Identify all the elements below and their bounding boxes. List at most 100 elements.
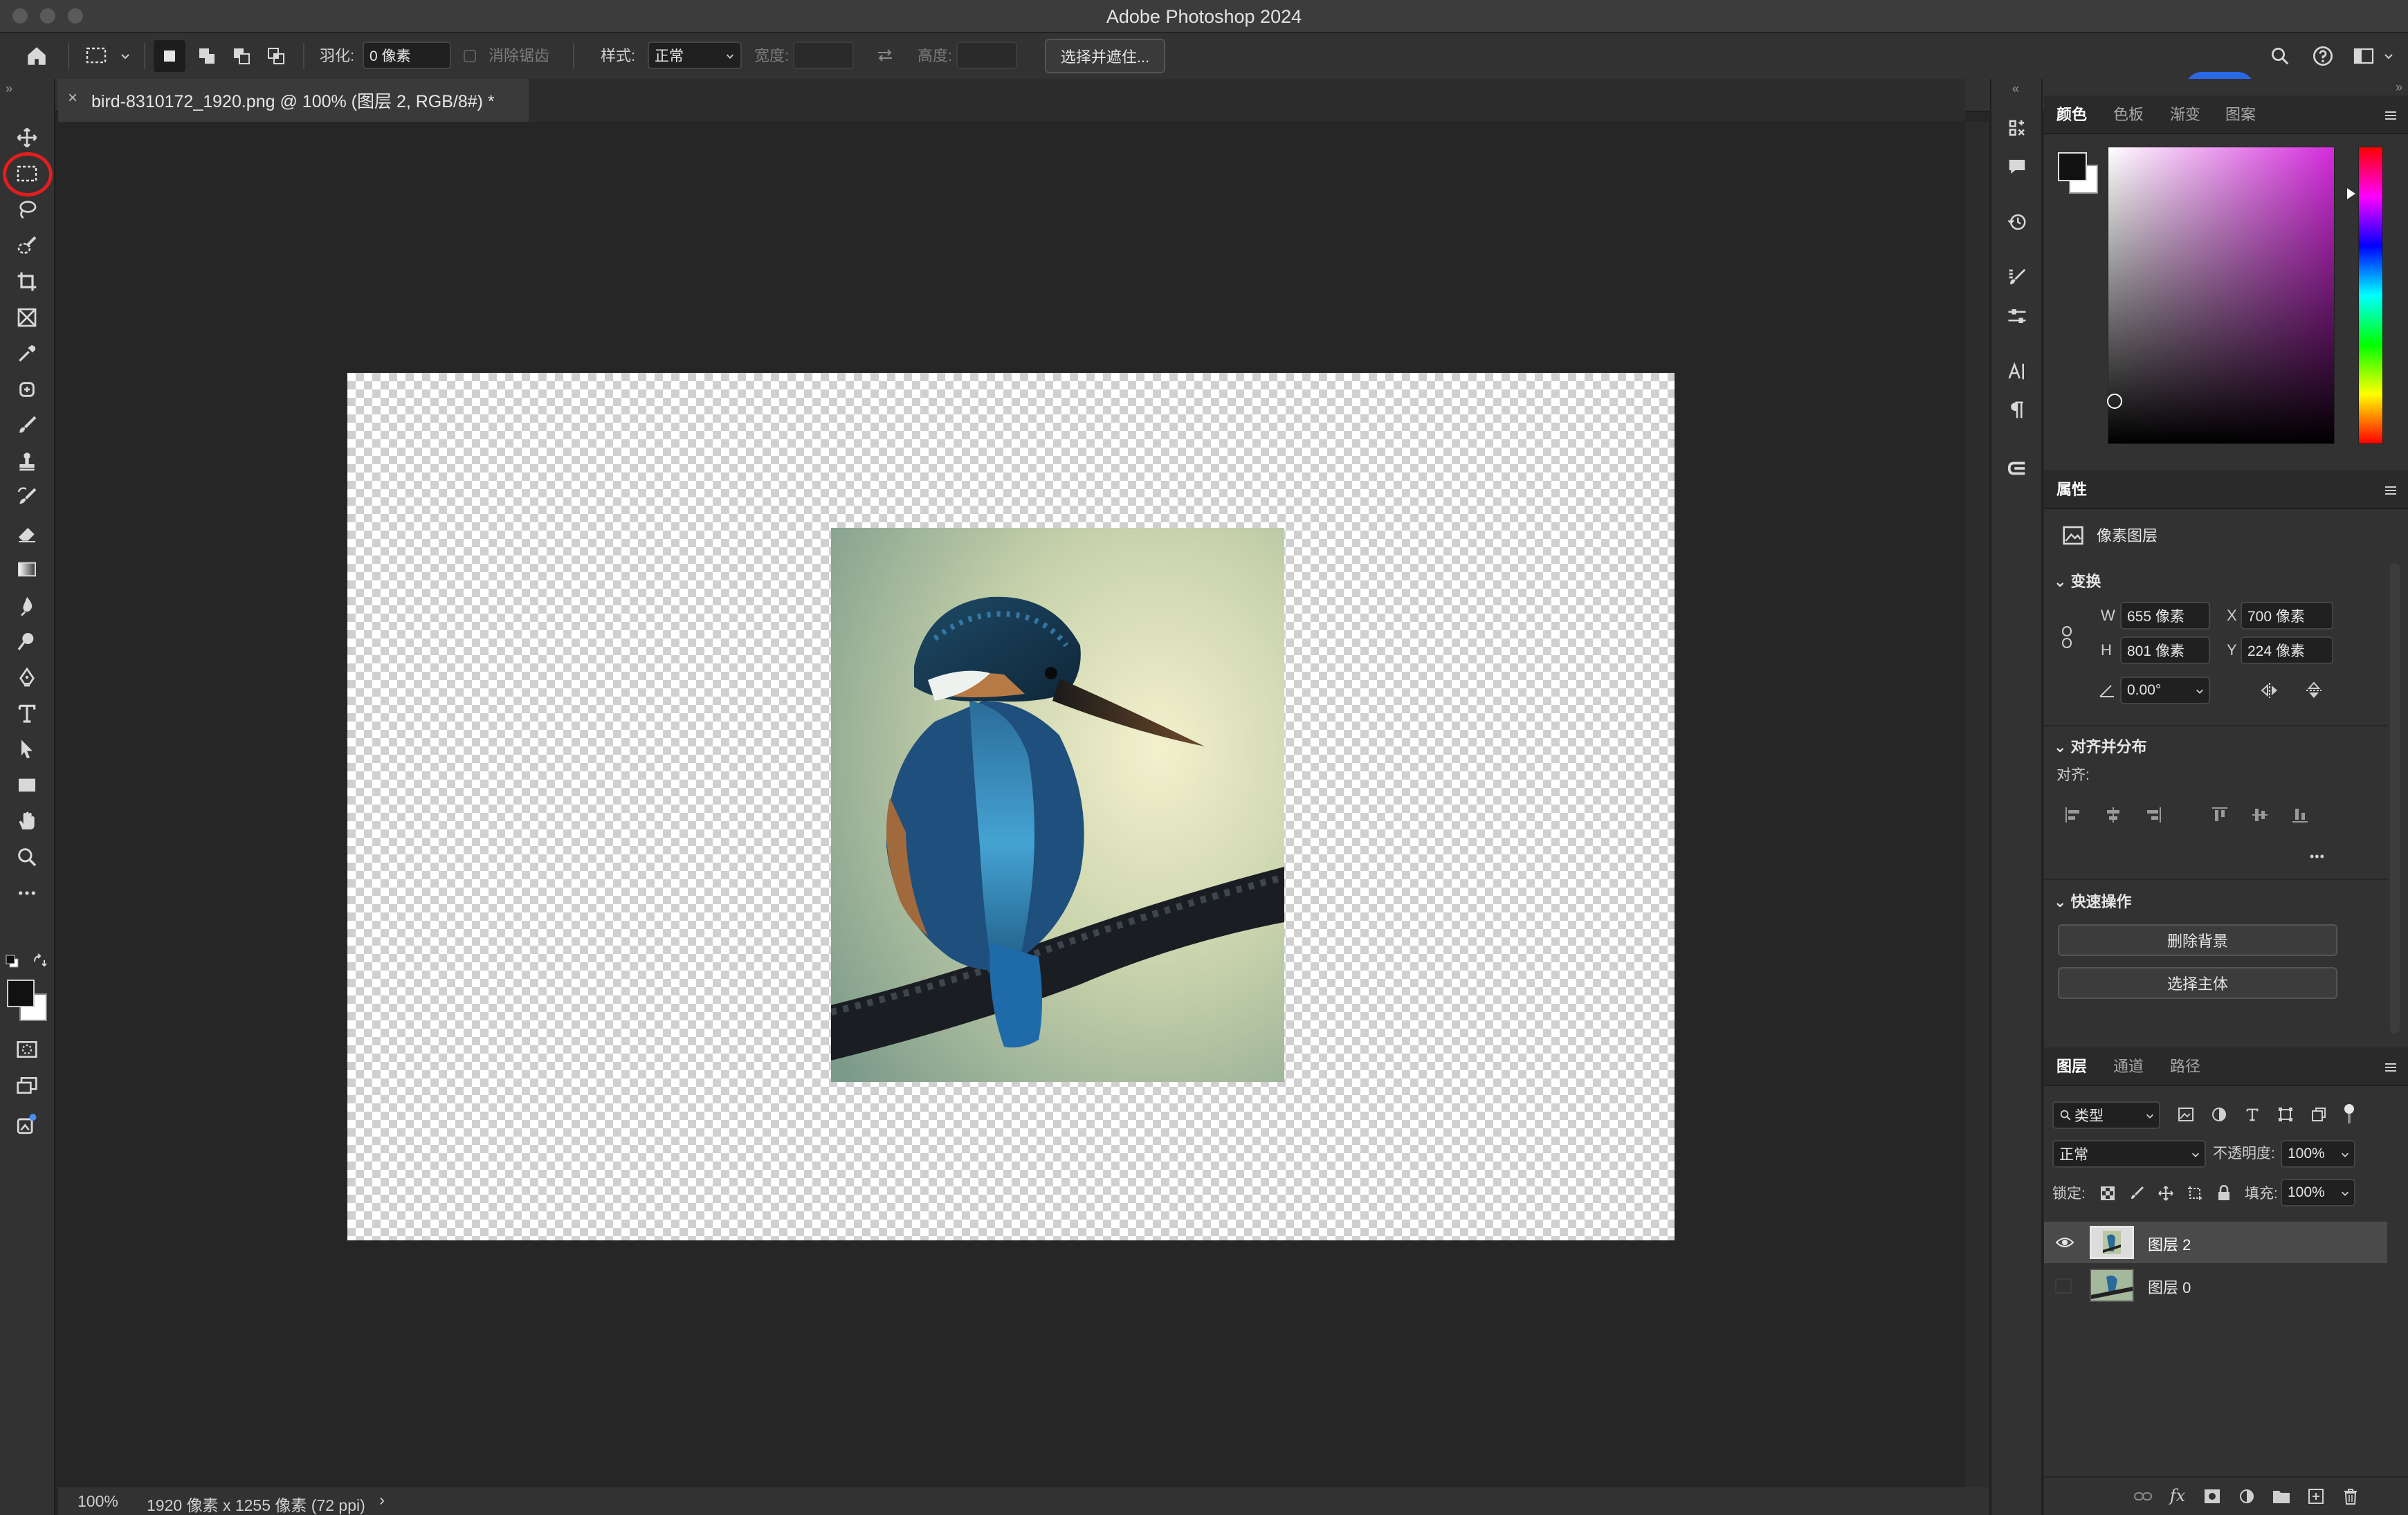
- zoom-tool-icon[interactable]: [11, 841, 43, 873]
- more-options-icon[interactable]: •••: [2310, 850, 2325, 864]
- clone-stamp-tool-icon[interactable]: [11, 446, 43, 477]
- align-left-icon[interactable]: [2061, 802, 2086, 827]
- filter-toggle-icon[interactable]: [2339, 1100, 2360, 1128]
- generative-fill-icon[interactable]: [11, 1108, 43, 1140]
- blend-mode-select[interactable]: 正常: [2052, 1140, 2206, 1168]
- adjustments-icon[interactable]: [2001, 300, 2033, 332]
- y-field[interactable]: 224 像素: [2241, 636, 2333, 664]
- type-tool-icon[interactable]: [11, 697, 43, 729]
- screen-mode-icon[interactable]: [11, 1069, 43, 1101]
- tab-swatches[interactable]: 色板: [2113, 95, 2144, 134]
- lock-image-pixels-icon[interactable]: [2126, 1182, 2148, 1205]
- eraser-tool-icon[interactable]: [11, 517, 43, 549]
- tab-color[interactable]: 颜色: [2056, 95, 2087, 134]
- frame-tool-icon[interactable]: [11, 302, 43, 333]
- align-vertical-center-icon[interactable]: [2247, 802, 2272, 827]
- add-mask-icon[interactable]: [2200, 1485, 2224, 1508]
- layer-style-fx-icon[interactable]: fx: [2166, 1483, 2189, 1508]
- filter-pixel-icon[interactable]: [2174, 1103, 2198, 1126]
- tool-preset-picker[interactable]: [80, 40, 119, 72]
- new-layer-icon[interactable]: [2304, 1485, 2328, 1508]
- properties-scrollbar[interactable]: [2390, 563, 2400, 1034]
- tab-paths[interactable]: 路径: [2170, 1047, 2200, 1086]
- eyedropper-tool-icon[interactable]: [11, 338, 43, 369]
- chevron-down-icon[interactable]: [118, 47, 133, 65]
- swap-colors-icon[interactable]: [29, 951, 50, 971]
- antialias-checkbox[interactable]: [464, 50, 476, 62]
- lasso-tool-icon[interactable]: [11, 194, 43, 226]
- chevron-right-icon[interactable]: ›: [379, 1491, 385, 1510]
- foreground-color-swatch[interactable]: [7, 980, 35, 1007]
- layer-row[interactable]: 图层 0: [2044, 1265, 2387, 1306]
- align-distribute-section-header[interactable]: ⌄ 对齐并分布: [2054, 735, 2147, 757]
- tab-properties[interactable]: 属性: [2056, 470, 2087, 509]
- tab-channels[interactable]: 通道: [2113, 1047, 2144, 1086]
- lock-artboard-icon[interactable]: [2184, 1182, 2206, 1205]
- flip-horizontal-icon[interactable]: [2256, 677, 2283, 704]
- visibility-eye-icon[interactable]: [2054, 1231, 2076, 1254]
- collapse-panels-icon[interactable]: »: [2396, 80, 2402, 95]
- link-layers-icon[interactable]: [2131, 1485, 2155, 1508]
- feather-input[interactable]: 0 像素: [363, 42, 451, 69]
- visibility-toggle-empty[interactable]: [2055, 1278, 2072, 1294]
- history-brush-tool-icon[interactable]: [11, 481, 43, 513]
- hue-slider[interactable]: [2358, 147, 2383, 444]
- color-field[interactable]: [2107, 147, 2335, 444]
- more-tools-icon[interactable]: [11, 877, 43, 909]
- rectangle-tool-icon[interactable]: [11, 769, 43, 801]
- transform-section-header[interactable]: ⌄ 变换: [2054, 569, 2101, 591]
- brush-settings-icon[interactable]: [2001, 261, 2033, 293]
- search-icon[interactable]: [2264, 40, 2296, 72]
- intersect-selection-icon[interactable]: [260, 40, 292, 72]
- close-tab-icon[interactable]: ×: [68, 89, 77, 108]
- new-selection-icon[interactable]: [154, 40, 185, 72]
- layer-name[interactable]: 图层 0: [2148, 1276, 2191, 1298]
- swap-icon[interactable]: [869, 42, 901, 69]
- new-group-folder-icon[interactable]: [2270, 1485, 2293, 1508]
- workspace-icon[interactable]: [2348, 40, 2380, 72]
- help-icon[interactable]: [2307, 40, 2339, 72]
- hand-tool-icon[interactable]: [11, 805, 43, 837]
- filter-shape-icon[interactable]: [2274, 1103, 2297, 1126]
- filter-type-icon[interactable]: [2241, 1103, 2264, 1126]
- delete-layer-trash-icon[interactable]: [2339, 1485, 2362, 1508]
- width-field[interactable]: 655 像素: [2120, 602, 2210, 630]
- height-input[interactable]: [956, 42, 1017, 69]
- dodge-tool-icon[interactable]: [11, 625, 43, 657]
- filter-smart-object-icon[interactable]: [2307, 1103, 2331, 1126]
- align-bottom-icon[interactable]: [2288, 802, 2313, 827]
- comments-icon[interactable]: [2001, 151, 2033, 183]
- align-top-icon[interactable]: [2207, 802, 2232, 827]
- healing-brush-tool-icon[interactable]: [11, 374, 43, 405]
- pen-tool-icon[interactable]: [11, 661, 43, 693]
- quick-mask-icon[interactable]: [11, 1034, 43, 1065]
- filter-adjustment-icon[interactable]: [2207, 1103, 2231, 1126]
- quick-selection-tool-icon[interactable]: [11, 230, 43, 261]
- width-input[interactable]: [793, 42, 854, 69]
- add-to-selection-icon[interactable]: [191, 40, 223, 72]
- brush-tool-icon[interactable]: [11, 410, 43, 441]
- layer-row[interactable]: 图层 2: [2044, 1222, 2387, 1263]
- path-selection-tool-icon[interactable]: [11, 733, 43, 765]
- properties-link-icon[interactable]: [2001, 452, 2033, 484]
- select-subject-button[interactable]: 选择主体: [2058, 967, 2337, 999]
- subtract-from-selection-icon[interactable]: [226, 40, 257, 72]
- blur-tool-icon[interactable]: [11, 589, 43, 621]
- align-horizontal-center-icon[interactable]: [2101, 802, 2126, 827]
- align-right-icon[interactable]: [2141, 802, 2166, 827]
- tab-layers[interactable]: 图层: [2056, 1047, 2087, 1086]
- panel-menu-icon[interactable]: [2383, 108, 2398, 123]
- paragraph-icon[interactable]: [2001, 394, 2033, 426]
- color-picker-handle[interactable]: [2107, 394, 2122, 409]
- style-select[interactable]: 正常: [648, 42, 742, 69]
- select-and-mask-button[interactable]: 选择并遮住...: [1045, 39, 1165, 73]
- opacity-field[interactable]: 100%: [2281, 1140, 2355, 1168]
- adjustment-layer-icon[interactable]: [2235, 1485, 2259, 1508]
- document-tab[interactable]: × bird-8310172_1920.png @ 100% (图层 2, RG…: [58, 79, 529, 122]
- remove-background-button[interactable]: 删除背景: [2058, 924, 2337, 956]
- lock-position-icon[interactable]: [2155, 1182, 2177, 1205]
- height-field[interactable]: 801 像素: [2120, 636, 2210, 664]
- panel-menu-icon[interactable]: [2383, 1060, 2398, 1075]
- default-colors-icon[interactable]: [3, 952, 22, 971]
- chevron-down-icon[interactable]: [2380, 47, 2397, 65]
